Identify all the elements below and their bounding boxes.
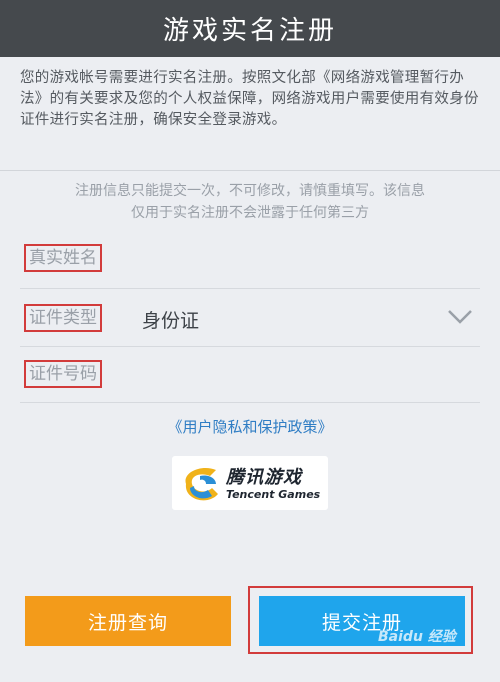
id-type-value: 身份证 [142, 310, 200, 332]
field-divider [20, 402, 480, 403]
tencent-games-logo: 腾讯游戏 Tencent Games [172, 456, 328, 510]
id-number-label: 证件号码 [24, 360, 102, 388]
registration-query-button[interactable]: 注册查询 [25, 596, 231, 646]
notice-line-1: 注册信息只能提交一次，不可修改，请慎重填写。该信息 [75, 183, 425, 199]
logo-cn-text: 腾讯游戏 [226, 467, 302, 488]
section-divider [0, 170, 500, 171]
watermark: Baidu 经验 [378, 629, 456, 645]
logo-en-text: Tencent Games [226, 488, 321, 501]
field-divider [20, 346, 480, 347]
notice-text: 注册信息只能提交一次，不可修改，请慎重填写。该信息 仅用于实名注册不会泄露于任何… [30, 180, 470, 224]
notice-line-2: 仅用于实名注册不会泄露于任何第三方 [131, 205, 369, 221]
tencent-games-emblem-icon [185, 467, 218, 501]
chevron-down-icon[interactable] [447, 305, 473, 327]
field-divider [20, 288, 480, 289]
title-bar: 游戏实名注册 [0, 0, 500, 57]
intro-text: 您的游戏帐号需要进行实名注册。按照文化部《网络游戏管理暂行办法》的有关要求及您的… [20, 70, 479, 128]
real-name-label: 真实姓名 [24, 244, 102, 272]
page-title: 游戏实名注册 [162, 16, 337, 46]
id-type-label: 证件类型 [24, 304, 102, 332]
privacy-policy-link[interactable]: 《用户隐私和保护政策》 [0, 416, 500, 437]
